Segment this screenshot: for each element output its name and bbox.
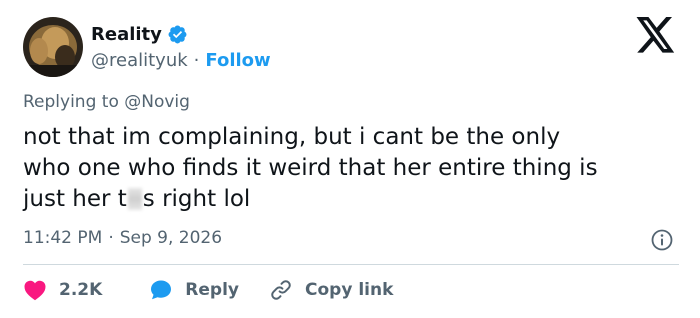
author-display-name[interactable]: Reality [91,24,162,45]
reply-mention-link[interactable]: @Novig [124,92,190,112]
speech-bubble-icon [149,278,173,302]
like-button[interactable]: 2.2K [23,279,102,301]
author-handle[interactable]: @realityuk [91,50,188,71]
like-count: 2.2K [59,280,103,300]
tweet-text-fragment: s right lol [142,186,251,212]
tweet-timestamp[interactable]: 11:42 PM · Sep 9, 2026 [23,228,222,248]
tweet-text-line: just her t s right lol [23,184,683,215]
tweet-text-line: who one who finds it weird that her enti… [23,155,598,181]
reply-button[interactable]: Reply [149,278,239,302]
tweet-text-fragment: just her t [23,186,127,212]
replying-to-prefix: Replying to [23,92,119,112]
handle-separator: · [193,49,200,71]
heart-icon [23,279,47,301]
verified-badge-icon [167,24,188,45]
avatar[interactable] [23,17,83,77]
reply-label: Reply [185,280,239,300]
tweet-date: Sep 9, 2026 [119,228,223,248]
divider [23,264,679,265]
tweet-text: not that im complaining, but i cant be t… [23,122,683,215]
copy-link-button[interactable]: Copy link [269,278,393,302]
replying-to: Replying to @Novig [23,92,190,112]
author-name-row: Reality [91,21,188,47]
tweet-text-line: not that im complaining, but i cant be t… [23,124,561,150]
follow-button[interactable]: Follow [205,50,270,71]
timestamp-separator: · [108,228,114,248]
tweet-time: 11:42 PM [23,228,103,248]
author-handle-row: @realityuk · Follow [91,47,271,73]
tweet-card: Reality @realityuk · Follow Replying to … [0,0,700,318]
copy-link-label: Copy link [305,280,394,300]
action-bar: 2.2K Reply Copy link [23,276,393,304]
censored-blur [127,188,142,210]
info-icon[interactable] [650,228,674,252]
x-logo-icon[interactable] [636,17,676,53]
link-icon [269,278,293,302]
